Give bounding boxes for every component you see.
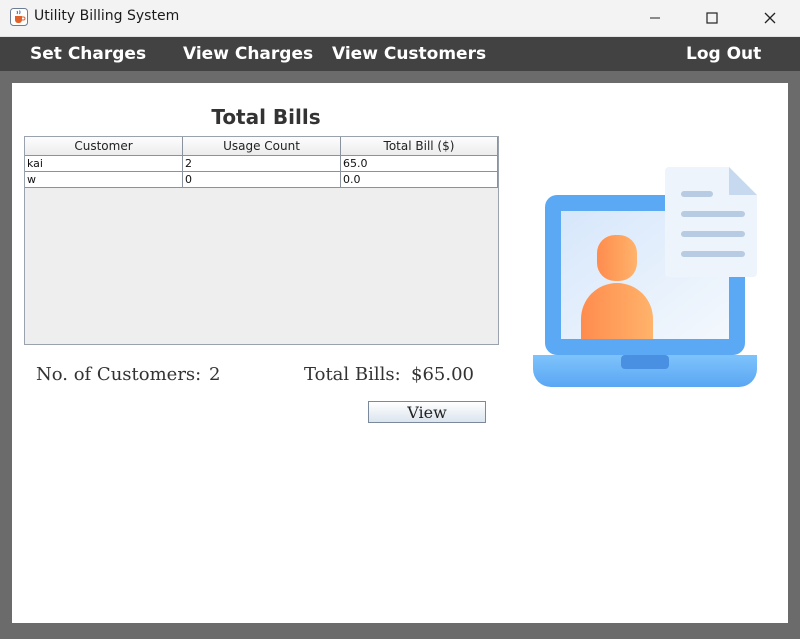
- java-cup-icon: [10, 8, 28, 26]
- maximize-icon: [706, 12, 718, 24]
- menu-bar: Set Charges View Charges View Customers …: [0, 37, 800, 71]
- laptop-user-document-illustration: [533, 167, 757, 387]
- minimize-icon: [650, 17, 660, 19]
- menu-log-out[interactable]: Log Out: [686, 37, 761, 71]
- total-bills-value: $65.00: [411, 364, 474, 385]
- column-header-usage-count[interactable]: Usage Count: [183, 137, 341, 156]
- window-title: Utility Billing System: [34, 8, 180, 24]
- table-body: kai 2 65.0 w 0 0.0: [25, 156, 498, 188]
- menu-view-customers[interactable]: View Customers: [332, 37, 486, 71]
- table-row[interactable]: kai 2 65.0: [25, 156, 498, 172]
- table-row[interactable]: w 0 0.0: [25, 172, 498, 188]
- table-header: Customer Usage Count Total Bill ($): [25, 137, 498, 156]
- column-header-total-bill[interactable]: Total Bill ($): [341, 137, 498, 156]
- view-button[interactable]: View: [368, 401, 486, 423]
- close-button[interactable]: [741, 0, 799, 36]
- close-icon: [764, 12, 776, 24]
- content-panel: Total Bills Customer Usage Count Total B…: [12, 83, 788, 623]
- cell-total-bill[interactable]: 0.0: [341, 172, 498, 188]
- minimize-button[interactable]: [626, 0, 684, 36]
- page-title: Total Bills: [211, 105, 321, 129]
- bills-table[interactable]: Customer Usage Count Total Bill ($) kai …: [24, 136, 499, 345]
- column-header-customer[interactable]: Customer: [25, 137, 183, 156]
- cell-usage-count[interactable]: 2: [183, 156, 341, 172]
- cell-usage-count[interactable]: 0: [183, 172, 341, 188]
- title-bar: Utility Billing System: [0, 0, 800, 37]
- cell-customer[interactable]: kai: [25, 156, 183, 172]
- cell-customer[interactable]: w: [25, 172, 183, 188]
- customers-count-value: 2: [209, 364, 221, 385]
- customers-count-label: No. of Customers:: [36, 364, 202, 385]
- maximize-button[interactable]: [683, 0, 741, 36]
- menu-view-charges[interactable]: View Charges: [183, 37, 313, 71]
- menu-set-charges[interactable]: Set Charges: [30, 37, 146, 71]
- total-bills-label: Total Bills:: [304, 364, 401, 385]
- cell-total-bill[interactable]: 65.0: [341, 156, 498, 172]
- window-frame: Total Bills Customer Usage Count Total B…: [0, 71, 800, 639]
